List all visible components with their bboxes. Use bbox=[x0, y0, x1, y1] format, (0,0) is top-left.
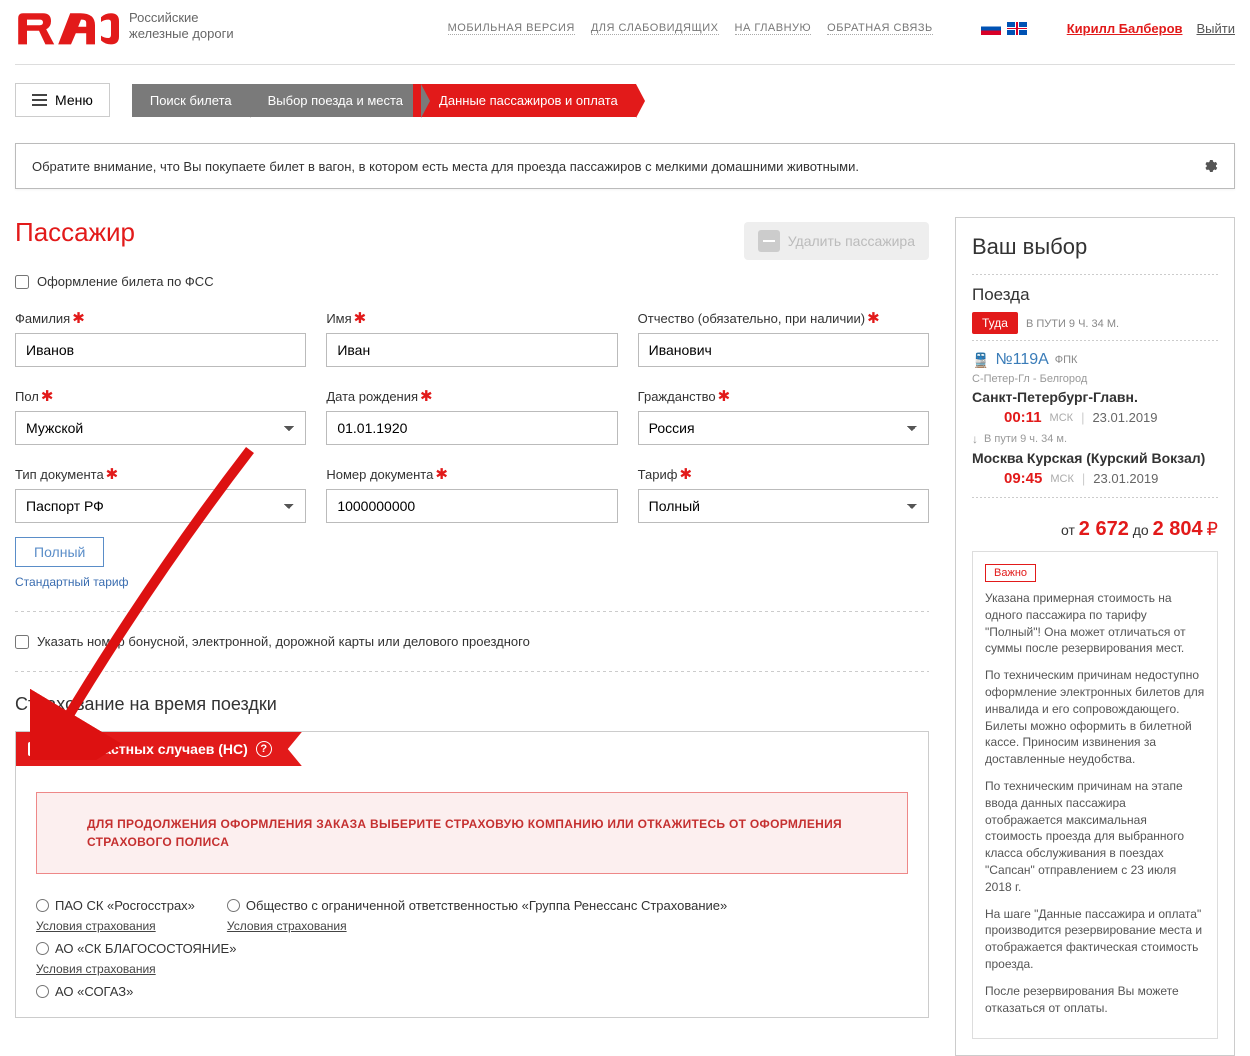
ins-opt-sogaz[interactable] bbox=[36, 985, 49, 998]
direction-badge: Туда bbox=[972, 312, 1018, 334]
link-feedback[interactable]: ОБРАТНАЯ СВЯЗЬ bbox=[827, 22, 933, 35]
ins-opt-label: АО «СОГАЗ» bbox=[55, 984, 133, 999]
important-badge: Важно bbox=[985, 564, 1036, 582]
citizenship-select[interactable]: Россия bbox=[638, 411, 929, 445]
surname-input[interactable] bbox=[15, 333, 306, 367]
separator bbox=[15, 611, 929, 612]
note5: После резервирования Вы можете отказатьс… bbox=[985, 983, 1205, 1017]
ins-opt-label: АО «СК БЛАГОСОСТОЯНИЕ» bbox=[55, 941, 236, 956]
name-label: Имя✱ bbox=[326, 309, 617, 327]
msk-label: МСК bbox=[1050, 473, 1074, 485]
ins-opt-blagosostoyanie[interactable] bbox=[36, 942, 49, 955]
side-trains: Поезда bbox=[972, 285, 1218, 305]
price-range: от 2 672 до 2 804 ₽ bbox=[972, 518, 1218, 541]
terms-link[interactable]: Условия страхования bbox=[227, 919, 727, 933]
docnum-label: Номер документа✱ bbox=[326, 465, 617, 483]
delete-passenger-button: Удалить пассажира bbox=[744, 222, 929, 260]
note2: По техническим причинам недоступно оформ… bbox=[985, 667, 1205, 768]
surname-label: Фамилия✱ bbox=[15, 309, 306, 327]
loyalty-checkbox[interactable] bbox=[15, 635, 29, 649]
gender-select[interactable]: Мужской bbox=[15, 411, 306, 445]
gender-label: Пол✱ bbox=[15, 387, 306, 405]
link-home[interactable]: НА ГЛАВНУЮ bbox=[735, 22, 812, 35]
citizenship-label: Гражданство✱ bbox=[638, 387, 929, 405]
flag-ru-icon[interactable] bbox=[981, 22, 1001, 35]
patronymic-input[interactable] bbox=[638, 333, 929, 367]
notice-banner: Обратите внимание, что Вы покупаете биле… bbox=[15, 143, 1235, 189]
insurance-warning: ДЛЯ ПРОДОЛЖЕНИЯ ОФОРМЛЕНИЯ ЗАКАЗА ВЫБЕРИ… bbox=[36, 792, 908, 874]
burger-icon bbox=[32, 99, 47, 101]
train-number[interactable]: №119А bbox=[995, 351, 1048, 369]
insurance-checkbox[interactable] bbox=[28, 742, 42, 756]
menu-label: Меню bbox=[55, 92, 93, 108]
dob-label: Дата рождения✱ bbox=[326, 387, 617, 405]
dob-input[interactable] bbox=[326, 411, 617, 445]
breadcrumb: Поиск билета Выбор поезда и места Данные… bbox=[132, 84, 636, 117]
terms-link[interactable]: Условия страхования bbox=[36, 962, 236, 976]
arr-station: Москва Курская (Курский Вокзал) bbox=[972, 450, 1218, 466]
arr-time: 09:45 bbox=[1004, 470, 1042, 487]
logo[interactable]: Российскиежелезные дороги bbox=[15, 10, 234, 46]
fss-label: Оформление билета по ФСС bbox=[37, 274, 214, 289]
loyalty-label: Указать номер бонусной, электронной, дор… bbox=[37, 634, 530, 649]
insurance-title: Страхование на время поездки bbox=[15, 694, 929, 715]
passenger-title: Пассажир bbox=[15, 217, 135, 248]
dep-date: 23.01.2019 bbox=[1092, 410, 1157, 425]
train-icon: 🚆 bbox=[972, 352, 989, 369]
bc-train[interactable]: Выбор поезда и места bbox=[242, 84, 421, 117]
arrow-down-icon: ↓ bbox=[972, 432, 978, 446]
patronymic-label: Отчество (обязательно, при наличии)✱ bbox=[638, 309, 929, 327]
note3: По техническим причинам на этапе ввода д… bbox=[985, 778, 1205, 896]
logout-link[interactable]: Выйти bbox=[1197, 21, 1236, 36]
duration-head: В ПУТИ 9 Ч. 34 М. bbox=[1026, 318, 1119, 330]
brand-line1: Российские bbox=[129, 10, 199, 25]
note4: На шаге "Данные пассажира и оплата" прои… bbox=[985, 906, 1205, 973]
route: С-Петер-Гл - Белгород bbox=[972, 373, 1218, 385]
dep-station: Санкт-Петербург-Главн. bbox=[972, 389, 1218, 405]
doctype-label: Тип документа✱ bbox=[15, 465, 306, 483]
help-icon[interactable]: ? bbox=[256, 741, 272, 757]
fss-checkbox[interactable] bbox=[15, 275, 29, 289]
bc-search[interactable]: Поиск билета bbox=[132, 84, 250, 117]
side-title: Ваш выбор bbox=[972, 234, 1218, 260]
minus-icon bbox=[758, 230, 780, 252]
tariff-link[interactable]: Стандартный тариф bbox=[15, 575, 929, 589]
note1: Указана примерная стоимость на одного па… bbox=[985, 590, 1205, 657]
important-note: Важно Указана примерная стоимость на одн… bbox=[972, 551, 1218, 1039]
ins-opt-label: Общество с ограниченной ответственностью… bbox=[246, 898, 727, 913]
sidebar: Ваш выбор Поезда Туда В ПУТИ 9 Ч. 34 М. 🚆… bbox=[955, 217, 1235, 1056]
name-input[interactable] bbox=[326, 333, 617, 367]
delete-passenger-label: Удалить пассажира bbox=[788, 233, 915, 249]
insurance-ribbon-label: От несчастных случаев (НС) bbox=[50, 741, 248, 757]
tariff-select[interactable]: Полный bbox=[638, 489, 929, 523]
dep-time: 00:11 bbox=[1004, 409, 1042, 426]
menu-button[interactable]: Меню bbox=[15, 83, 110, 117]
insurance-box: От несчастных случаев (НС) ? ДЛЯ ПРОДОЛЖ… bbox=[15, 731, 929, 1018]
ins-opt-label: ПАО СК «Росгосстрах» bbox=[55, 898, 195, 913]
brand-line2: железные дороги bbox=[129, 26, 234, 41]
trip-duration: В пути 9 ч. 34 м. bbox=[984, 433, 1067, 445]
tariff-button[interactable]: Полный bbox=[15, 537, 104, 567]
flag-uk-icon[interactable] bbox=[1007, 22, 1027, 35]
insurance-ribbon[interactable]: От несчастных случаев (НС) ? bbox=[16, 732, 302, 766]
ins-opt-renaissance[interactable] bbox=[227, 899, 240, 912]
gear-icon[interactable] bbox=[1202, 158, 1218, 174]
msk-label: МСК bbox=[1050, 412, 1074, 424]
tariff-label: Тариф✱ bbox=[638, 465, 929, 483]
doctype-select[interactable]: Паспорт РФ bbox=[15, 489, 306, 523]
arr-date: 23.01.2019 bbox=[1093, 471, 1158, 486]
link-mobile[interactable]: МОБИЛЬНАЯ ВЕРСИЯ bbox=[448, 22, 575, 35]
notice-text: Обратите внимание, что Вы покупаете биле… bbox=[32, 159, 859, 174]
ins-opt-rosgosstrakh[interactable] bbox=[36, 899, 49, 912]
user-name-link[interactable]: Кирилл Балберов bbox=[1067, 21, 1183, 36]
terms-link[interactable]: Условия страхования bbox=[36, 919, 195, 933]
separator bbox=[15, 671, 929, 672]
carrier: ФПК bbox=[1055, 354, 1078, 366]
link-accessibility[interactable]: ДЛЯ СЛАБОВИДЯЩИХ bbox=[591, 22, 719, 35]
docnum-input[interactable] bbox=[326, 489, 617, 523]
bc-passengers: Данные пассажиров и оплата bbox=[413, 84, 636, 117]
